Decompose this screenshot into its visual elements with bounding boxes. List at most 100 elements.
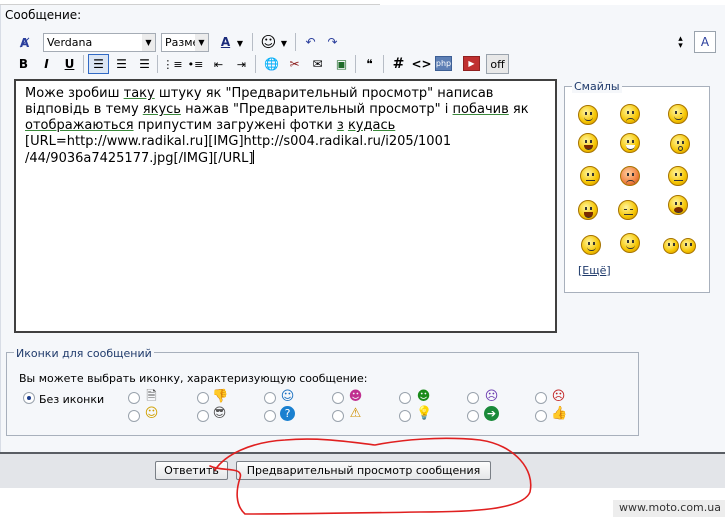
radio-icon[interactable] — [264, 410, 276, 422]
scream-icon[interactable] — [668, 195, 688, 215]
smiley-icon[interactable]: ☺ — [258, 32, 279, 52]
chevron-down-icon: ▼ — [142, 34, 155, 51]
editor-text: побачив — [452, 102, 509, 117]
align-right-icon[interactable]: ☰ — [134, 54, 155, 74]
toolbar-separator — [83, 55, 84, 73]
chevron-down-icon[interactable]: ▼ — [234, 33, 246, 53]
off-button[interactable]: off — [486, 54, 509, 74]
confused-icon[interactable] — [668, 166, 688, 186]
php-icon[interactable]: php — [435, 56, 452, 71]
arrow-right-icon: ➔ — [484, 406, 499, 421]
youtube-icon[interactable]: ▶ — [463, 56, 480, 71]
radio-icon[interactable] — [535, 392, 547, 404]
toolbar-separator — [255, 55, 256, 73]
lightbulb-icon: 💡 — [416, 406, 433, 421]
sad-purple-icon: ☹ — [484, 389, 499, 404]
unordered-list-icon[interactable]: •≡ — [185, 54, 206, 74]
font-size-select[interactable]: Разме ▼ — [161, 33, 209, 52]
chevron-down-icon[interactable]: ▼ — [278, 33, 290, 53]
thumbs-up-icon: 👍 — [551, 406, 568, 421]
devil-icon[interactable] — [581, 235, 601, 255]
ordered-list-icon[interactable]: ⋮≡ — [162, 54, 183, 74]
image-icon[interactable]: ▣ — [331, 54, 352, 74]
radio-icon[interactable] — [467, 392, 479, 404]
pair-smile-icon[interactable] — [663, 238, 679, 254]
hash-button[interactable]: # — [388, 54, 409, 74]
radio-icon[interactable] — [399, 392, 411, 404]
switch-editor-mode-icon[interactable]: A — [694, 31, 716, 53]
undo-icon[interactable]: ↶ — [300, 32, 321, 52]
thumbs-down-icon: 👎 — [212, 389, 229, 404]
email-icon[interactable]: ✉ — [307, 54, 328, 74]
radio-icon[interactable] — [128, 410, 140, 422]
angry-icon[interactable] — [620, 166, 640, 186]
smile-yellow-icon: ☺ — [144, 406, 159, 421]
message-textarea[interactable]: Може зробиш таку штуку як "Предварительн… — [14, 79, 557, 333]
align-center-icon[interactable]: ☰ — [111, 54, 132, 74]
toolbar-separator — [355, 55, 356, 73]
document-icon: 🗎 — [146, 389, 157, 404]
editor-text: якусь — [142, 102, 181, 117]
cry-icon[interactable] — [578, 200, 598, 220]
radio-icon[interactable] — [467, 410, 479, 422]
radio-icon[interactable] — [197, 392, 209, 404]
redo-icon[interactable]: ↷ — [322, 32, 343, 52]
watermark: www.moto.com.ua — [613, 500, 725, 517]
preview-button[interactable]: Предварительный просмотр сообщения — [236, 461, 491, 480]
sad-icon[interactable] — [620, 104, 640, 124]
grin-icon: ☻ — [348, 389, 363, 404]
editor-text: як — [508, 102, 529, 117]
cool-icon: 😎 — [212, 406, 227, 421]
smilies-title: Смайлы — [572, 80, 622, 93]
smile-icon: ☺ — [280, 389, 295, 404]
font-color-icon[interactable]: A — [215, 32, 236, 52]
remove-format-icon[interactable]: Ⱥ — [14, 33, 35, 53]
cross-eyes-icon[interactable] — [580, 166, 600, 186]
editor-text: припустим загружені фотки — [133, 118, 337, 133]
more-smilies-link[interactable]: Ещё — [582, 264, 606, 277]
pair-smile-icon[interactable] — [680, 238, 696, 254]
grin-icon[interactable] — [620, 133, 640, 153]
sleepy-icon[interactable] — [618, 200, 638, 220]
text-caret — [253, 150, 255, 164]
question-icon: ? — [280, 406, 295, 421]
message-icons-title: Иконки для сообщений — [14, 347, 154, 360]
editor-text: нажав "Предварительный просмотр" і — [180, 102, 453, 117]
clap-icon[interactable] — [620, 233, 640, 253]
editor-text: штуку як "Предварительный просмотр" напи… — [154, 86, 494, 101]
radio-icon[interactable] — [535, 410, 547, 422]
smile-icon[interactable] — [578, 105, 598, 125]
radio-icon[interactable] — [197, 410, 209, 422]
radio-icon[interactable] — [332, 410, 344, 422]
editor-text: кудась — [347, 118, 396, 133]
resize-editor-icon[interactable]: ▴ ▾ — [670, 33, 691, 53]
toolbar-separator — [295, 33, 296, 51]
bracket-close: ] — [606, 264, 611, 277]
align-left-icon[interactable]: ☰ — [88, 54, 109, 74]
radio-icon[interactable] — [128, 392, 140, 404]
italic-button[interactable]: I — [36, 54, 57, 74]
underline-button[interactable]: U — [59, 54, 80, 74]
warning-icon: ⚠ — [349, 406, 362, 421]
reply-button[interactable]: Ответить — [155, 461, 228, 480]
unlink-icon[interactable]: ✂ — [284, 54, 305, 74]
bold-button[interactable]: B — [13, 54, 34, 74]
quote-icon[interactable]: ❝ — [359, 54, 380, 74]
outdent-icon[interactable]: ⇤ — [208, 54, 229, 74]
radio-icon[interactable] — [399, 410, 411, 422]
editor-text: /44/9036a7425177.jpg[/IMG][/URL] — [25, 151, 254, 166]
no-icon-label: Без иконки — [39, 393, 105, 406]
code-button[interactable]: <> — [411, 54, 432, 74]
shocked-icon[interactable] — [670, 134, 690, 154]
radio-icon[interactable] — [332, 392, 344, 404]
wink-icon[interactable] — [668, 104, 688, 124]
big-grin-icon: ☻ — [416, 389, 431, 404]
indent-icon[interactable]: ⇥ — [231, 54, 252, 74]
laugh-icon[interactable] — [578, 133, 598, 153]
radio-no-icon[interactable] — [23, 392, 35, 404]
font-name-select[interactable]: Verdana ▼ — [43, 33, 156, 52]
link-icon[interactable]: 🌐 — [261, 54, 282, 74]
editor-text: таку — [123, 86, 155, 101]
radio-icon[interactable] — [264, 392, 276, 404]
editor-text: отображаються — [25, 118, 134, 133]
